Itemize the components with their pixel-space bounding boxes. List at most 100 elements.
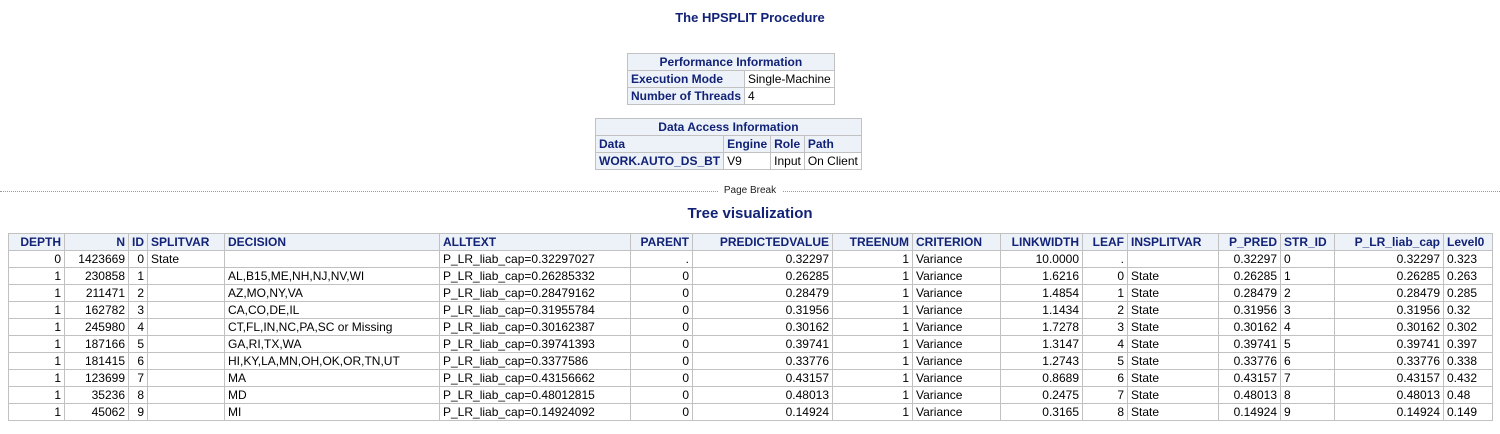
table-cell: 7 [1082,386,1128,404]
table-cell: Variance [912,284,1001,302]
table-cell: 0.43157 [1218,369,1281,387]
table-cell: 0.14924 [1218,403,1281,421]
table-cell: 1 [832,318,913,336]
table-cell: P_LR_liab_cap=0.28479162 [439,284,631,302]
table-cell: CA,CO,DE,IL [224,301,440,319]
table-cell: 1.4854 [1000,284,1083,302]
table-cell: P_LR_liab_cap=0.43156662 [439,369,631,387]
table-cell: 10.0000 [1000,250,1083,268]
procedure-title: The HPSPLIT Procedure [675,10,825,25]
table-cell: 0 [630,284,693,302]
table-cell: 0.32297 [1218,250,1281,268]
table-cell: 0.48013 [1334,386,1444,404]
table-cell: P_LR_liab_cap=0.30162387 [439,318,631,336]
table-cell: 211471 [64,284,129,302]
tree-header-row: DEPTH N ID SPLITVAR DECISION ALLTEXT PARENT PRE… [8,233,1493,251]
table-cell: 6 [1082,369,1128,387]
table-cell: Variance [912,386,1001,404]
table-cell: P_LR_liab_cap=0.39741393 [439,335,631,353]
table-cell: 0.39741 [1218,335,1281,353]
table-cell: 1 [8,301,65,319]
table-cell: 5 [128,335,148,353]
table-cell [1127,250,1219,268]
table-cell: State [1127,335,1219,353]
table-cell: 0.28479 [1334,284,1444,302]
table-cell: 1 [1280,267,1335,285]
table-cell: State [1127,369,1219,387]
table-cell: 0 [8,250,65,268]
table-cell: 0 [1082,267,1128,285]
table-cell: 7 [128,369,148,387]
table-cell: 1 [832,267,913,285]
column-header-p-pred: P_PRED [1218,233,1281,251]
table-cell: 1423669 [64,250,129,268]
table-cell [147,301,225,319]
role-value: Input [770,152,805,170]
table-cell: 6 [1280,352,1335,370]
table-cell: 1.1434 [1000,301,1083,319]
table-cell: 0 [630,267,693,285]
table-cell: State [1127,352,1219,370]
tree-visualization-table: DEPTH N ID SPLITVAR DECISION ALLTEXT PARENT PRE… [8,233,1493,421]
table-cell: 0 [630,301,693,319]
table-cell: 0.32297 [1334,250,1444,268]
table-cell: 0 [1280,250,1335,268]
table-cell: 35236 [64,386,129,404]
table-cell: 0.285 [1443,284,1493,302]
table-cell: 1 [832,386,913,404]
column-header-treenum: TREENUM [832,233,913,251]
number-of-threads-value: 4 [744,87,835,105]
table-cell [224,250,440,268]
table-cell: 0.14924 [692,403,833,421]
table-cell: 1.7278 [1000,318,1083,336]
table-cell: 0.43157 [692,369,833,387]
table-cell: 1 [8,284,65,302]
table-cell: 4 [1082,335,1128,353]
table-cell: 1 [832,301,913,319]
table-cell: 1 [832,284,913,302]
table-cell: Variance [912,369,1001,387]
table-cell: 1 [8,335,65,353]
table-cell: 1 [128,267,148,285]
table-cell: 2 [1082,301,1128,319]
table-cell: 1.3147 [1000,335,1083,353]
table-cell: 1.2743 [1000,352,1083,370]
table-cell: MI [224,403,440,421]
table-cell: 0.263 [1443,267,1493,285]
table-cell: 162782 [64,301,129,319]
table-cell: 0.432 [1443,369,1493,387]
table-cell: 1 [1082,284,1128,302]
table-cell: 0.31956 [1218,301,1281,319]
table-row: 1 230858 1 AL,B15,ME,NH,NJ,NV,WI P_LR_liab_c… [8,267,1493,285]
table-cell: 4 [1280,318,1335,336]
column-header-predictedvalue: PREDICTEDVALUE [692,233,833,251]
table-cell: 2 [128,284,148,302]
table-cell: 0.14924 [1334,403,1444,421]
column-header-level0: Level0 [1443,233,1493,251]
path-value: On Client [803,152,862,170]
table-row: 1 45062 9 MI P_LR_liab_cap=0.14924092 0 0.1492… [8,403,1493,421]
table-cell: 181415 [64,352,129,370]
table-cell: 6 [128,352,148,370]
column-header-linkwidth: LINKWIDTH [1000,233,1083,251]
table-cell: AL,B15,ME,NH,NJ,NV,WI [224,267,440,285]
column-header-depth: DEPTH [8,233,65,251]
table-cell: 0.48013 [1218,386,1281,404]
table-cell: Variance [912,301,1001,319]
table-cell: 0.323 [1443,250,1493,268]
table-cell: 0 [630,318,693,336]
table-cell: 0.149 [1443,403,1493,421]
table-cell: 1 [832,250,913,268]
table-cell: 8 [1082,403,1128,421]
page-break-label: Page Break [0,185,1500,196]
table-cell: GA,RI,TX,WA [224,335,440,353]
table-cell: 0.33776 [1218,352,1281,370]
table-row: 1 35236 8 MD P_LR_liab_cap=0.48012815 0 0.4801… [8,386,1493,404]
table-cell: P_LR_liab_cap=0.32297027 [439,250,631,268]
table-cell: AZ,MO,NY,VA [224,284,440,302]
table-cell: 0.48 [1443,386,1493,404]
table-row: 1 245980 4 CT,FL,IN,NC,PA,SC or Missing P_LR… [8,318,1493,336]
engine-value: V9 [723,152,772,170]
table-cell: 0 [630,369,693,387]
table-cell: 5 [1082,352,1128,370]
